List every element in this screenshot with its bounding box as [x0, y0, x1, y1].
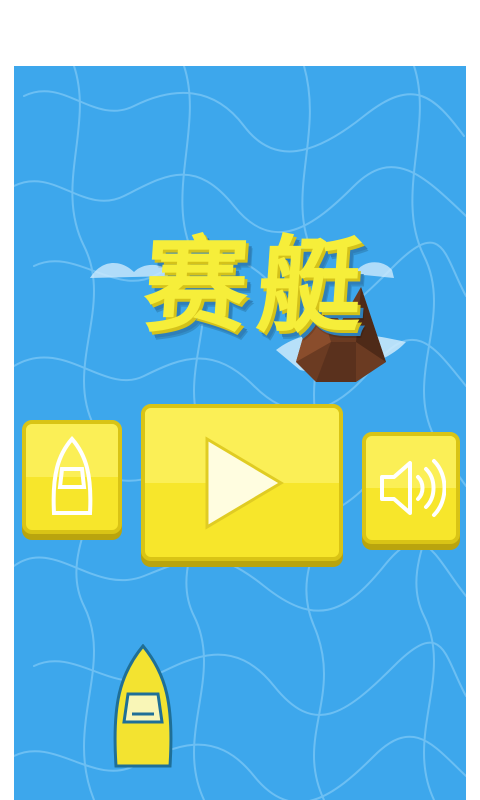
top-bar	[0, 0, 480, 66]
boat-select-button[interactable]	[22, 420, 122, 534]
player-boat	[113, 644, 173, 768]
game-title: 赛艇	[140, 224, 377, 347]
play-icon	[205, 435, 284, 530]
boat-icon	[51, 435, 93, 515]
sound-button[interactable]	[362, 432, 460, 544]
play-button[interactable]	[141, 404, 343, 561]
speaker-icon	[380, 459, 446, 517]
